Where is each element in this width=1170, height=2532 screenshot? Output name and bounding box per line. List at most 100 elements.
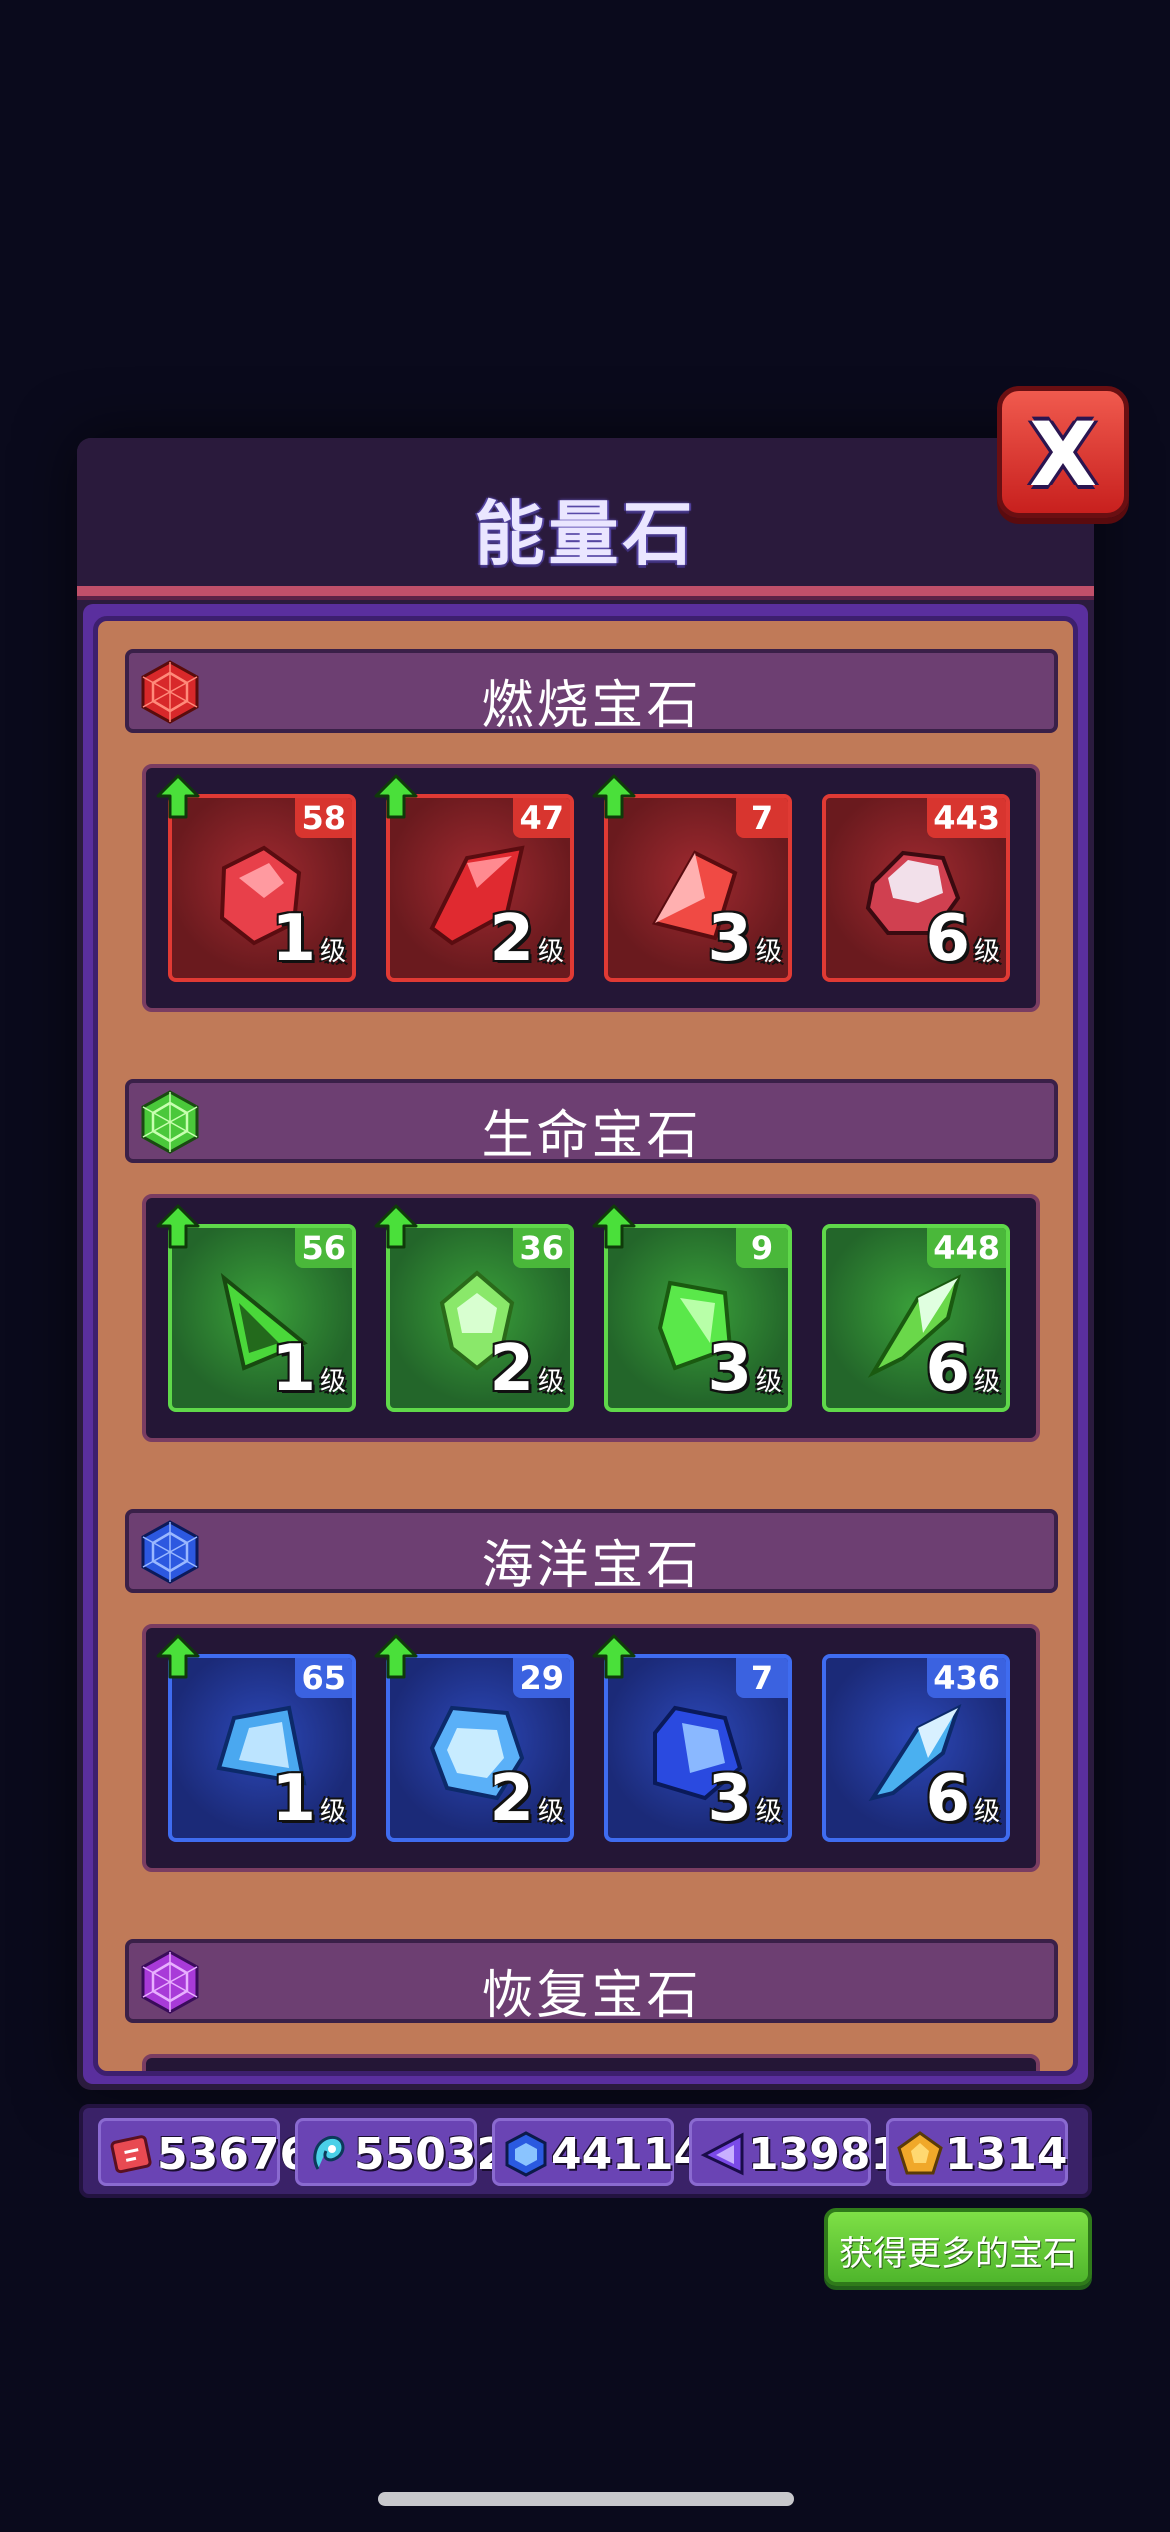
upgrade-arrow-icon[interactable]: [156, 1634, 200, 1680]
gem-list[interactable]: 燃烧宝石 58 1 级 47 2 级 7 3 级 443 6 级 生命宝石 56 1 级 36 2 级 9 3 级 44…: [93, 616, 1078, 2076]
currency-red-card: 53676: [98, 2118, 310, 2186]
gem-level-number: 3: [707, 1762, 752, 1836]
gem-count: 436: [927, 1658, 1006, 1698]
gem-level: 1级: [271, 1762, 346, 1836]
gold-pentagon-icon: [897, 2131, 943, 2175]
gem-level-number: 6: [925, 1332, 970, 1406]
currency-blue-shield: 44114: [492, 2118, 704, 2186]
header-divider: [77, 586, 1094, 600]
scrollbar[interactable]: [1077, 1401, 1078, 2041]
currency-value: 44114: [551, 2129, 705, 2180]
upgrade-arrow-icon[interactable]: [374, 774, 418, 820]
gem-slot[interactable]: 29 2 级: [386, 1654, 574, 1842]
gem-level: 3级: [707, 1762, 782, 1836]
gem-slot[interactable]: 7 3级: [604, 1654, 792, 1842]
upgrade-arrow-icon[interactable]: [156, 774, 200, 820]
gem-count: 7: [736, 798, 788, 838]
gem-count: 47: [513, 798, 570, 838]
gem-level-unit: 级: [537, 1797, 564, 1827]
gem-slot[interactable]: 448 6 级: [822, 1224, 1010, 1412]
gem-slot[interactable]: 58 1 级: [168, 794, 356, 982]
gem-level-unit: 级: [537, 1367, 564, 1397]
gem-level-number: 1: [271, 902, 316, 976]
section-title: 燃烧宝石: [481, 676, 702, 736]
gem-count: 448: [927, 1228, 1006, 1268]
gem-panel: 能量石 燃烧宝石 58 1 级 47 2 级 7 3 级 443 6 级 生命宝…: [77, 438, 1094, 2090]
gem-level: 3级: [707, 1332, 782, 1406]
currency-value: 55032: [354, 2129, 508, 2180]
gem-slot[interactable]: 65 1 级: [168, 1654, 356, 1842]
gem-slot[interactable]: 47 2 级: [386, 794, 574, 982]
currency-bar: 53676 55032 44114 13981 1314: [79, 2104, 1092, 2198]
currency-value: 13981: [748, 2129, 902, 2180]
upgrade-arrow-icon[interactable]: [592, 774, 636, 820]
gem-level: 2级: [489, 902, 564, 976]
gem-level: 2级: [489, 1762, 564, 1836]
gem-level-unit: 级: [973, 937, 1000, 967]
gem-level: 6级: [925, 902, 1000, 976]
upgrade-arrow-icon[interactable]: [592, 1204, 636, 1250]
gem-slot[interactable]: 436 6 级: [822, 1654, 1010, 1842]
gem-slot[interactable]: 56 1 级: [168, 1224, 356, 1412]
gem-level: 2级: [489, 1332, 564, 1406]
upgrade-arrow-icon[interactable]: [374, 1634, 418, 1680]
gem-level-unit: 级: [319, 1797, 346, 1827]
gem-slot[interactable]: 7 3级: [604, 794, 792, 982]
upgrade-arrow-icon[interactable]: [592, 1634, 636, 1680]
section-header-ocean: 海洋宝石: [125, 1509, 1058, 1596]
currency-purple-triangle: 13981: [689, 2118, 901, 2186]
gem-level-number: 3: [707, 902, 752, 976]
gem-level-number: 1: [271, 1762, 316, 1836]
gem-level-number: 6: [925, 1762, 970, 1836]
panel-header: 能量石: [77, 438, 1094, 590]
gem-level-unit: 级: [755, 1797, 782, 1827]
gem-slot[interactable]: 36 2 级: [386, 1224, 574, 1412]
gem-count: 7: [736, 1658, 788, 1698]
gem-level: 1级: [271, 1332, 346, 1406]
gem-count: 29: [513, 1658, 570, 1698]
gem-level-number: 2: [489, 1332, 534, 1406]
gem-count: 65: [295, 1658, 352, 1698]
panel-title: 能量石: [474, 493, 697, 575]
section-header-burn: 燃烧宝石: [125, 649, 1058, 736]
gem-slot[interactable]: 9 3级: [604, 1224, 792, 1412]
gem-level-number: 1: [271, 1332, 316, 1406]
gem-level: 6级: [925, 1332, 1000, 1406]
get-more-gems-button[interactable]: 获得更多的宝石: [824, 2208, 1092, 2286]
close-button[interactable]: X: [997, 386, 1129, 518]
get-more-gems-label: 获得更多的宝石: [839, 2234, 1077, 2274]
gem-level-unit: 级: [755, 1367, 782, 1397]
currency-value: 1314: [945, 2129, 1068, 2180]
gem-level-number: 2: [489, 1762, 534, 1836]
gem-level-unit: 级: [537, 937, 564, 967]
gem-tray-life: 56 1 级 36 2 级 9 3 级 448 6 级: [142, 1194, 1040, 1442]
gem-count: 36: [513, 1228, 570, 1268]
gem-slot[interactable]: 443 6 级: [822, 794, 1010, 982]
home-indicator[interactable]: [378, 2492, 794, 2506]
gem-level: 1级: [271, 902, 346, 976]
section-title: 海洋宝石: [481, 1536, 702, 1596]
gem-level-number: 2: [489, 902, 534, 976]
currency-gold-pentagon: 1314: [886, 2118, 1068, 2186]
gem-count: 58: [295, 798, 352, 838]
gem-level-unit: 级: [319, 937, 346, 967]
section-title: 恢复宝石: [481, 1966, 702, 2026]
upgrade-arrow-icon[interactable]: [374, 1204, 418, 1250]
gem-level-number: 6: [925, 902, 970, 976]
gem-level-unit: 级: [755, 937, 782, 967]
close-icon: X: [1029, 403, 1097, 506]
gem-level-unit: 级: [319, 1367, 346, 1397]
gem-count: 56: [295, 1228, 352, 1268]
gem-tray-burn: 58 1 级 47 2 级 7 3 级 443 6 级: [142, 764, 1040, 1012]
section-header-life: 生命宝石: [125, 1079, 1058, 1166]
upgrade-arrow-icon[interactable]: [156, 1204, 200, 1250]
red-card-icon: [110, 2135, 152, 2174]
gem-count: 443: [927, 798, 1006, 838]
gem-level-unit: 级: [973, 1797, 1000, 1827]
blue-shield-icon: [505, 2131, 547, 2177]
purple-triangle-icon: [700, 2132, 744, 2176]
gem-count: 9: [736, 1228, 788, 1268]
currency-blue-scroll: 55032: [295, 2118, 507, 2186]
gem-level: 3级: [707, 902, 782, 976]
section-title: 生命宝石: [481, 1106, 702, 1166]
